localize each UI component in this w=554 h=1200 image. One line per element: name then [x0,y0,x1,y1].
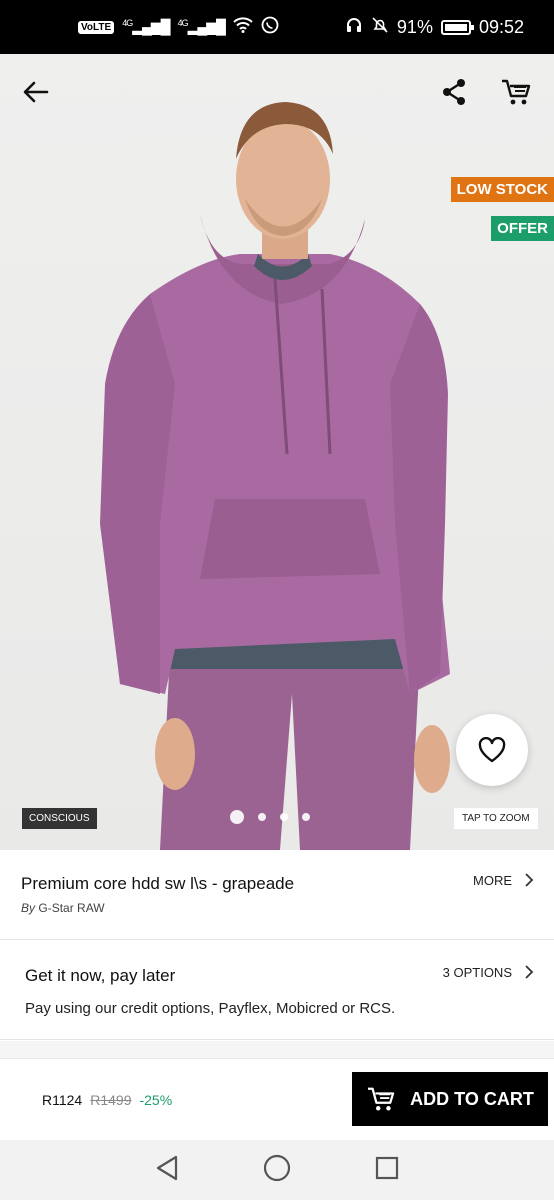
section-divider [0,1041,554,1059]
heart-icon [478,737,506,763]
add-to-cart-label: ADD TO CART [410,1088,534,1109]
cart-button[interactable] [496,72,536,112]
product-info: Premium core hdd sw l\s - grapeade By G-… [0,850,554,940]
tap-to-zoom-button[interactable]: TAP TO ZOOM [454,808,538,829]
pay-later-section[interactable]: Get it now, pay later 3 OPTIONS Pay usin… [0,940,554,1040]
battery-percent: 91% [396,16,433,37]
wishlist-button[interactable] [456,714,528,786]
signal-icon-2: 4G▂▄▆█ [177,18,226,35]
product-image-carousel[interactable]: LOW STOCK OFFER CONSCIOUS TAP TO ZOOM [0,54,554,850]
more-label: MORE [473,872,512,888]
carousel-dot[interactable] [280,813,288,821]
current-price: R1124 [42,1092,83,1108]
share-icon [443,79,465,105]
status-bar: VoLTE 4G▂▄▆█ 4G▂▄▆█ 91% 09:52 [0,0,554,54]
volte-indicator: VoLTE [78,20,115,34]
wifi-icon [233,16,253,38]
home-nav-button[interactable] [263,1154,291,1187]
whatsapp-icon [261,16,279,39]
cart-icon [502,79,531,105]
cart-icon [368,1087,395,1111]
carousel-dot[interactable] [230,810,244,824]
share-button[interactable] [434,72,474,112]
pay-later-title: Get it now, pay later [25,966,176,985]
status-right: 91% 09:52 [345,16,524,39]
triangle-back-icon [156,1155,178,1180]
product-brand: By G-Star RAW [21,901,105,915]
back-button[interactable] [16,72,56,112]
carousel-dot[interactable] [258,813,266,821]
buy-bar: R1124 R1499 -25% ADD TO CART [0,1060,554,1140]
payment-options-button[interactable]: 3 OPTIONS [443,964,534,980]
signal-icon: 4G▂▄▆█ [122,18,170,35]
offer-badge: OFFER [491,216,554,241]
recents-nav-button[interactable] [375,1156,399,1185]
add-to-cart-button[interactable]: ADD TO CART [352,1072,548,1126]
chevron-right-icon [525,965,534,979]
back-nav-button[interactable] [155,1155,179,1186]
mute-bell-icon [371,16,389,39]
price-block: R1124 R1499 -25% [42,1092,172,1108]
circle-home-icon [263,1154,291,1181]
square-recents-icon [375,1156,399,1179]
pay-later-description: Pay using our credit options, Payflex, M… [25,1000,396,1017]
more-button[interactable]: MORE [473,872,534,888]
carousel-indicator [230,810,310,824]
low-stock-badge: LOW STOCK [450,177,554,202]
back-arrow-icon [23,81,49,103]
by-prefix: By [21,901,36,915]
chevron-right-icon [525,873,534,887]
options-label: 3 OPTIONS [442,964,512,980]
discount-label: -25% [139,1092,173,1108]
carousel-dot[interactable] [302,813,310,821]
brand-link[interactable]: G-Star RAW [38,901,104,915]
status-left: VoLTE 4G▂▄▆█ 4G▂▄▆█ [78,16,279,39]
original-price: R1499 [90,1092,132,1108]
battery-icon [440,19,474,35]
conscious-badge: CONSCIOUS [22,808,97,829]
product-title: Premium core hdd sw l\s - grapeade [21,874,295,893]
headphones-icon [345,16,363,39]
system-navigation-bar [0,1140,554,1200]
clock: 09:52 [478,16,524,37]
